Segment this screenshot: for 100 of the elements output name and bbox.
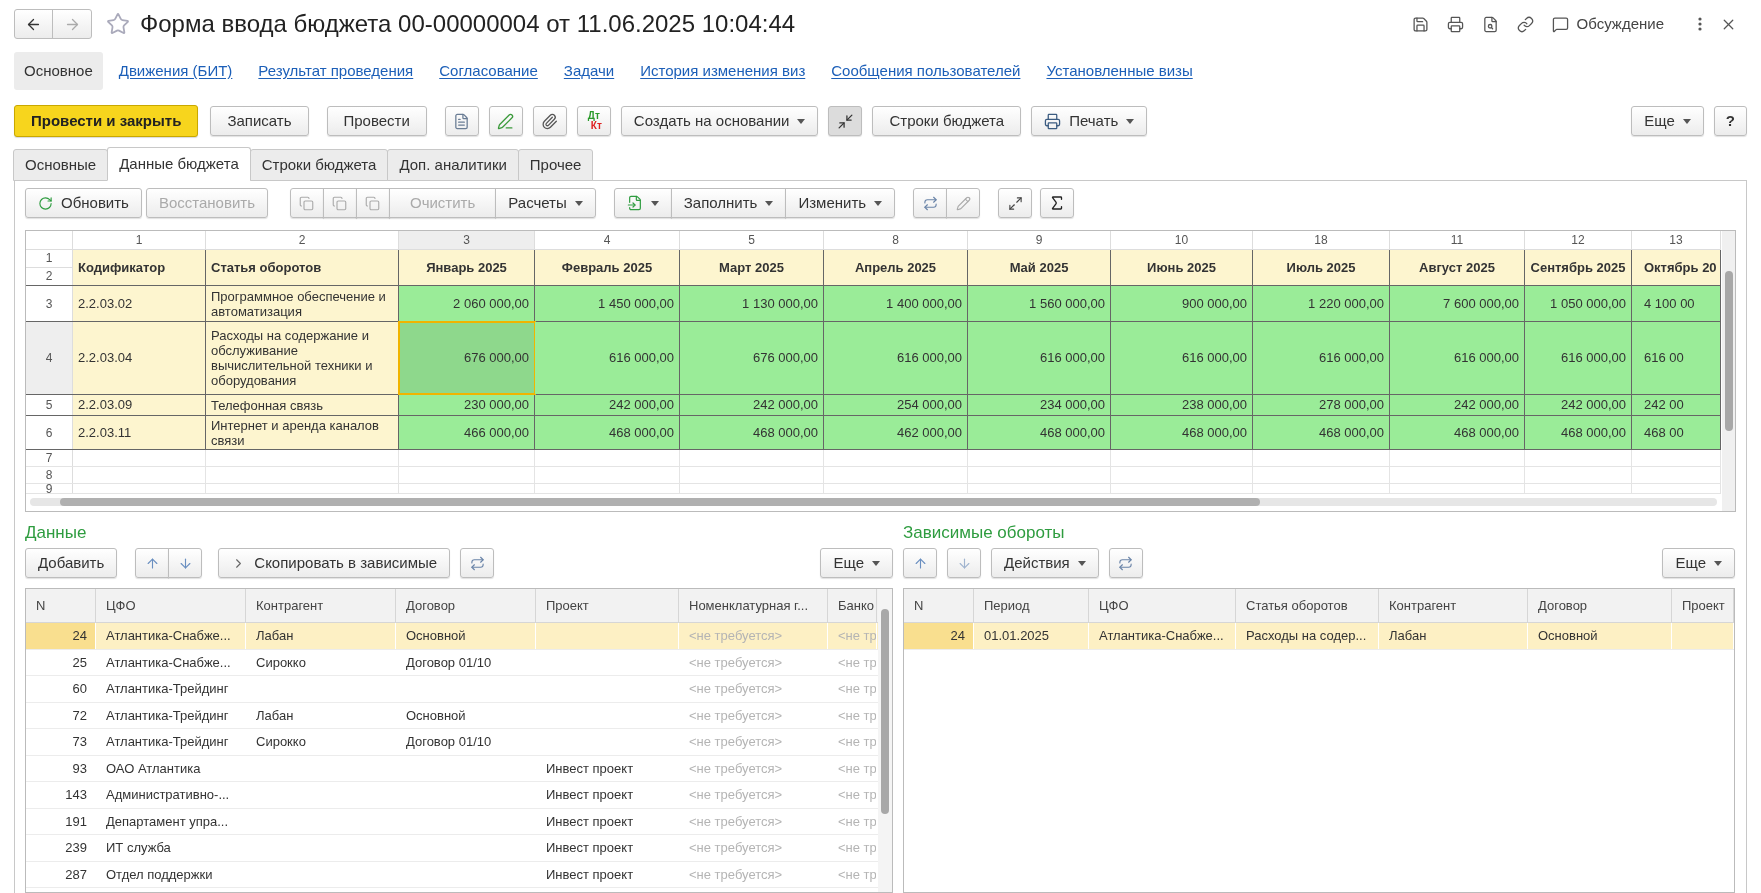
amount-cell[interactable]: 616 000,00 — [1525, 322, 1632, 394]
amount-cell[interactable]: 1 560 000,00 — [968, 286, 1111, 321]
amount-cell[interactable]: 468 00 — [1632, 416, 1721, 449]
amount-cell[interactable]: 468 000,00 — [680, 416, 824, 449]
column-header[interactable]: Статья оборотов — [1236, 589, 1379, 622]
budget-rows-button[interactable]: Строки бюджета — [872, 106, 1022, 136]
nav-link[interactable]: Согласование — [439, 59, 538, 83]
document-button[interactable] — [444, 106, 479, 136]
sum-button[interactable] — [1040, 188, 1075, 218]
amount-cell[interactable]: 1 130 000,00 — [680, 286, 824, 321]
amount-cell[interactable]: 2 060 000,00 — [399, 286, 535, 321]
move-up-button[interactable] — [135, 548, 170, 578]
move-down-button[interactable] — [947, 548, 981, 578]
actions-button[interactable]: Действия — [991, 548, 1099, 578]
tab[interactable]: Основные — [13, 149, 109, 181]
amount-cell[interactable]: 468 000,00 — [1390, 416, 1525, 449]
amount-cell[interactable]: 616 000,00 — [535, 322, 680, 394]
nav-tab[interactable]: Основное — [14, 52, 103, 90]
tab[interactable]: Доп. аналитики — [387, 149, 519, 181]
amount-cell[interactable]: 616 000,00 — [968, 322, 1111, 394]
swap-button[interactable] — [1108, 548, 1143, 578]
column-header[interactable]: Контрагент — [246, 589, 396, 622]
amount-cell[interactable]: 616 000,00 — [1390, 322, 1525, 394]
column-header[interactable]: ЦФО — [96, 589, 246, 622]
amount-cell[interactable]: 462 000,00 — [824, 416, 968, 449]
amount-cell[interactable]: 468 000,00 — [1111, 416, 1253, 449]
amount-cell[interactable]: 254 000,00 — [824, 395, 968, 415]
amount-cell[interactable]: 616 000,00 — [824, 322, 968, 394]
amount-cell[interactable]: 238 000,00 — [1111, 395, 1253, 415]
expand-button[interactable] — [998, 188, 1033, 218]
calculations-button[interactable]: Расчеты — [495, 188, 596, 218]
attach-button[interactable] — [532, 106, 567, 136]
amount-cell[interactable]: 1 400 000,00 — [824, 286, 968, 321]
column-header[interactable]: Договор — [1528, 589, 1672, 622]
tab[interactable]: Данные бюджета — [107, 147, 251, 181]
table-row[interactable]: 24 01.01.2025 Атлантика-Снабже... Расходы на содер... Лабан Основной — [904, 623, 1734, 650]
scrollbar-thumb[interactable] — [60, 498, 1260, 506]
nav-link[interactable]: Движения (БИТ) — [118, 59, 233, 83]
amount-cell[interactable]: 1 220 000,00 — [1253, 286, 1390, 321]
more-button[interactable]: Еще — [1662, 548, 1735, 578]
nav-link[interactable]: Сообщения пользователей — [831, 59, 1021, 83]
amount-cell[interactable]: 242 000,00 — [680, 395, 824, 415]
tab[interactable]: Прочее — [517, 149, 594, 181]
column-header[interactable]: Договор — [396, 589, 536, 622]
move-up-button[interactable] — [903, 548, 937, 578]
nav-link[interactable]: Установленные визы — [1046, 59, 1193, 83]
amount-cell[interactable]: 468 000,00 — [1525, 416, 1632, 449]
swap-button[interactable] — [460, 548, 495, 578]
save-icon-button[interactable] — [1411, 15, 1429, 33]
nav-link[interactable]: Задачи — [563, 59, 615, 83]
copy-to-dependent-button[interactable]: Скопировать в зависимые — [218, 548, 451, 578]
save-button[interactable]: Записать — [210, 106, 309, 136]
copy-button[interactable] — [323, 188, 357, 218]
column-header[interactable]: Номенклатурная г... — [679, 589, 828, 622]
print-icon-button[interactable] — [1446, 15, 1464, 33]
print-button[interactable]: Печать — [1031, 106, 1148, 136]
more-button[interactable]: Еще — [820, 548, 893, 578]
preview-icon-button[interactable] — [1481, 15, 1499, 33]
create-based-on-button[interactable]: Создать на основании — [620, 106, 819, 136]
change-button[interactable]: Изменить — [785, 188, 896, 218]
column-header[interactable]: Проект — [1672, 589, 1734, 622]
copy-button[interactable] — [290, 188, 324, 218]
column-header[interactable]: Банко — [828, 589, 877, 622]
amount-cell[interactable]: 242 000,00 — [1390, 395, 1525, 415]
amount-cell[interactable]: 616 000,00 — [1253, 322, 1390, 394]
amount-cell[interactable]: 242 000,00 — [535, 395, 680, 415]
fill-button[interactable]: Заполнить — [670, 188, 787, 218]
edit-button[interactable] — [488, 106, 523, 136]
swap-button[interactable] — [913, 188, 948, 218]
amount-cell[interactable]: 468 000,00 — [1253, 416, 1390, 449]
entries-button[interactable]: Дт Кт — [576, 106, 611, 136]
import-button[interactable] — [613, 188, 672, 218]
amount-cell[interactable]: 1 050 000,00 — [1525, 286, 1632, 321]
vertical-scrollbar[interactable] — [878, 589, 892, 892]
amount-cell[interactable]: 242 00 — [1632, 395, 1721, 415]
move-down-button[interactable] — [168, 548, 203, 578]
column-header[interactable]: N — [904, 589, 974, 622]
amount-cell[interactable]: 466 000,00 — [399, 416, 535, 449]
copy-button[interactable] — [356, 188, 390, 218]
nav-link[interactable]: Результат проведения — [258, 59, 414, 83]
compact-view-button[interactable] — [828, 106, 863, 136]
favorite-button[interactable] — [106, 12, 130, 36]
amount-cell[interactable]: 230 000,00 — [399, 395, 535, 415]
amount-cell[interactable]: 900 000,00 — [1111, 286, 1253, 321]
amount-cell[interactable]: 1 450 000,00 — [535, 286, 680, 321]
horizontal-scrollbar[interactable] — [30, 498, 1717, 506]
amount-cell[interactable]: 676 000,00 — [680, 322, 824, 394]
amount-cell[interactable]: 242 000,00 — [1525, 395, 1632, 415]
amount-cell[interactable]: 616 000,00 — [1111, 322, 1253, 394]
column-header[interactable]: ЦФО — [1089, 589, 1236, 622]
amount-cell[interactable]: 468 000,00 — [535, 416, 680, 449]
nav-link[interactable]: История изменения виз — [640, 59, 806, 83]
amount-cell[interactable]: 616 00 — [1632, 322, 1721, 394]
amount-cell[interactable]: 4 100 00 — [1632, 286, 1721, 321]
amount-cell[interactable]: 234 000,00 — [968, 395, 1111, 415]
vertical-scrollbar[interactable] — [1722, 231, 1735, 511]
help-button[interactable]: ? — [1713, 106, 1747, 136]
amount-cell[interactable]: 7 600 000,00 — [1390, 286, 1525, 321]
amount-cell[interactable]: 278 000,00 — [1253, 395, 1390, 415]
post-button[interactable]: Провести — [326, 106, 427, 136]
